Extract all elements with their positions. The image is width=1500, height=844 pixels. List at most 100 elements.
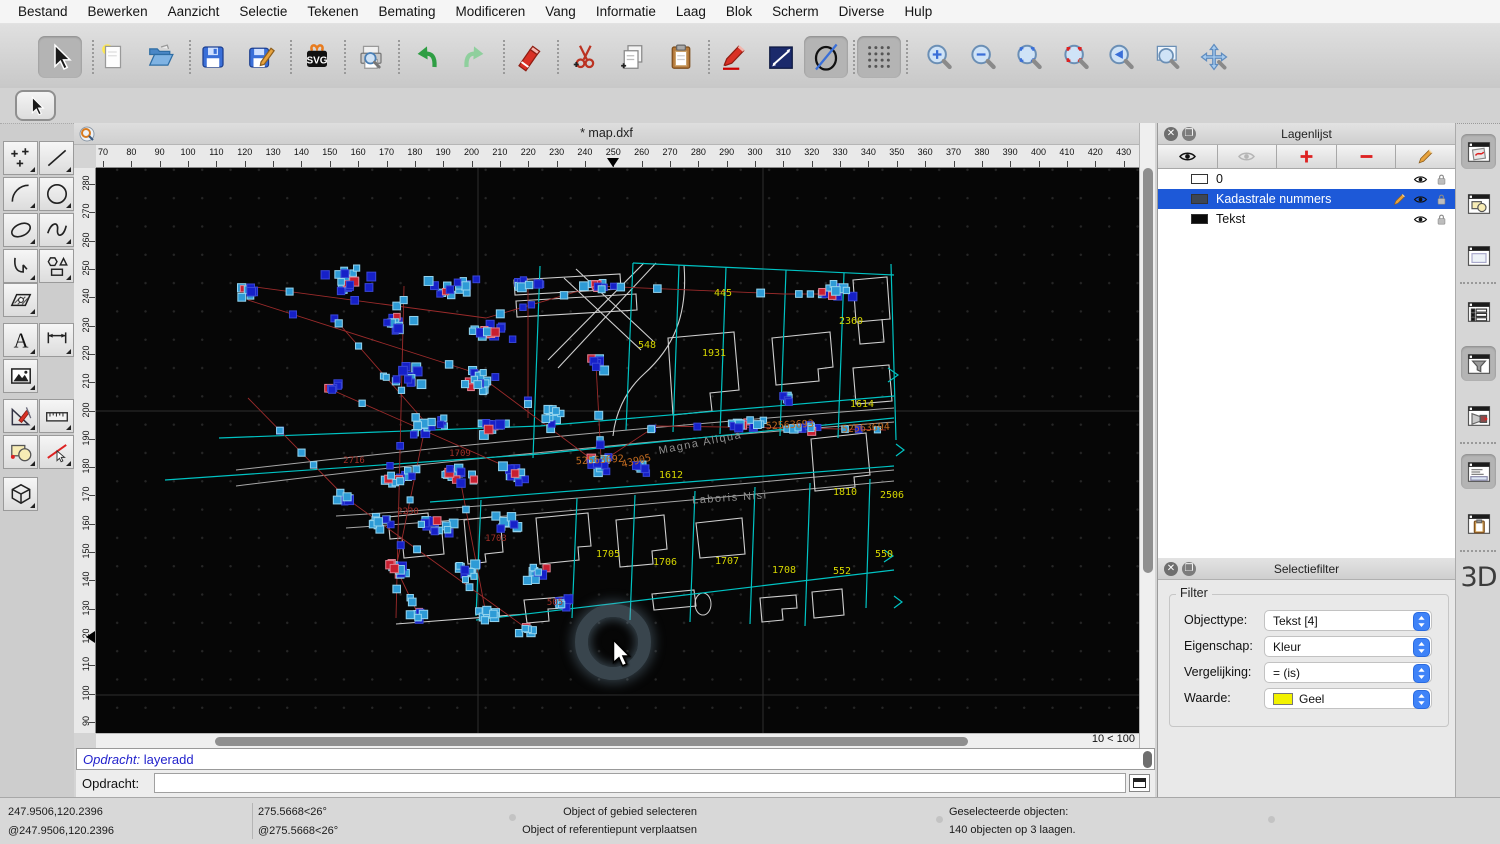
toolbar-eraser-button[interactable] [507,36,551,78]
horizontal-scrollbar[interactable]: 10 < 100 [96,733,1139,748]
filter-select-eigenschap[interactable]: Kleur [1264,636,1432,657]
vertical-scrollbar[interactable] [1139,123,1155,748]
toolbar-new-file-button[interactable] [91,36,135,78]
panel-toggle-win-filter-button[interactable] [1461,346,1496,381]
dropdown-stepper-icon[interactable] [1413,638,1430,657]
toolbar-pan-button[interactable] [1192,36,1236,78]
svg-text:2360: 2360 [839,316,863,327]
tool-measure-button[interactable] [39,399,74,433]
command-history-scrollthumb[interactable] [1143,751,1152,768]
toolbar-zoom-prev-button[interactable] [1099,36,1143,78]
toolbar-grid-dots-button[interactable] [857,36,901,78]
menu-vang[interactable]: Vang [535,4,586,19]
toolbar-open-folder-button[interactable] [139,36,183,78]
toolbar-copy-button[interactable] [611,36,655,78]
toolbar-separator [189,40,191,74]
panel-toggle-win-cmd-button[interactable] [1461,454,1496,489]
menu-hulp[interactable]: Hulp [894,4,942,19]
menu-bewerken[interactable]: Bewerken [78,4,158,19]
toolbar-paste-button[interactable] [659,36,703,78]
menu-scherm[interactable]: Scherm [762,4,829,19]
menu-aanzicht[interactable]: Aanzicht [158,4,230,19]
lock-icon [1434,212,1449,227]
tool-image-button[interactable] [3,359,38,393]
tool-arc-button[interactable] [3,177,38,211]
toolbar-svg-logo-button[interactable]: SVG [295,36,339,78]
selection-tool-button[interactable] [15,90,56,121]
command-window-toggle-button[interactable] [1129,774,1150,792]
toolbar-line-attr-button[interactable] [759,36,803,78]
panel-toggle-win-blocks-button[interactable] [1461,186,1496,221]
menu-informatie[interactable]: Informatie [586,4,666,19]
toolbar-redo-button[interactable] [452,36,496,78]
toolbar-ellipse-slash-button[interactable] [804,36,848,78]
toolbar-save-as-button[interactable] [239,36,283,78]
layers-eye-button[interactable] [1158,145,1218,168]
menu-selectie[interactable]: Selectie [229,4,297,19]
blocks-icon [8,439,34,465]
layer-row-kadastrale-nummers[interactable]: Kadastrale nummers [1158,189,1455,209]
layers-plus-red-button[interactable] [1277,145,1337,168]
layer-row-tekst[interactable]: Tekst [1158,209,1455,229]
tool-blocks-button[interactable] [3,435,38,469]
layers-eye-gray-button[interactable] [1218,145,1278,168]
tool-modify-button[interactable] [3,399,38,433]
menu-tekenen[interactable]: Tekenen [297,4,368,19]
vertical-scrollbar-thumb[interactable] [1143,168,1153,573]
toolbar-zoom-out-button[interactable] [961,36,1005,78]
tool-shapes-button[interactable] [39,249,74,283]
toolbar-zoom-auto-button[interactable] [1007,36,1051,78]
menu-bestand[interactable]: Bestand [8,4,78,19]
toolbar-zoom-in-button[interactable] [917,36,961,78]
toolbar-cut-button[interactable] [563,36,607,78]
filter-select-waarde[interactable]: Geel [1264,688,1432,709]
panel-toggle-win-blank-button[interactable] [1461,238,1496,273]
panel-toggle-win-clipboard-button[interactable] [1461,506,1496,541]
toolbar-save-button[interactable] [191,36,235,78]
toolbar-cursor-arrow-button[interactable] [38,36,82,78]
filter-group-label: Filter [1176,586,1212,600]
toolbar-undo-button[interactable] [405,36,449,78]
tool-circle-button[interactable] [39,177,74,211]
toolbar-zoom-sel-button[interactable] [1054,36,1098,78]
filter-select-objecttype[interactable]: Tekst [4] [1264,610,1432,631]
tool-points-button[interactable] [3,141,38,175]
circle-icon [44,181,70,207]
panel-toggle-win-list-button[interactable] [1461,294,1496,329]
tool-divide-button[interactable] [39,435,74,469]
panel-toggle-win-property-button[interactable] [1461,134,1496,169]
toolbar-zoom-win-button[interactable] [1146,36,1190,78]
dropdown-stepper-icon[interactable] [1413,690,1430,709]
command-input[interactable] [154,773,1126,793]
tool-ellipse-button[interactable] [3,213,38,247]
command-prompt-label: Opdracht: [82,776,139,791]
hruler-tick [1095,161,1096,167]
menu-modificeren[interactable]: Modificeren [446,4,536,19]
layer-color-swatch [1191,174,1208,184]
layer-row-0[interactable]: 0 [1158,169,1455,189]
panel-toggle-win-cone-button[interactable] [1461,398,1496,433]
menu-bemating[interactable]: Bemating [368,4,445,19]
tool-text-button[interactable]: A [3,323,38,357]
toolbar-print-preview-button[interactable] [349,36,393,78]
tool-dimension-button[interactable] [39,323,74,357]
dropdown-stepper-icon[interactable] [1413,664,1430,683]
paste-icon [666,42,696,72]
layers-pencil-orange-button[interactable] [1396,145,1455,168]
horizontal-scrollbar-thumb[interactable] [215,737,968,746]
tool-hatch-button[interactable] [3,283,38,317]
toolbar-edit-pencil-button[interactable] [711,36,755,78]
tool-cube3d-button[interactable] [3,477,38,511]
drawing-canvas[interactable]: 4452360548193116141612181025061705170617… [96,168,1139,733]
document-titlebar[interactable]: * map.dxf [74,123,1139,145]
tool-spline-button[interactable] [39,213,74,247]
3d-view-button[interactable]: 3D [1456,562,1500,593]
menu-laag[interactable]: Laag [666,4,716,19]
dropdown-stepper-icon[interactable] [1413,612,1430,631]
layers-minus-red-button[interactable] [1337,145,1397,168]
menu-diverse[interactable]: Diverse [829,4,895,19]
menu-blok[interactable]: Blok [716,4,762,19]
tool-line-button[interactable] [39,141,74,175]
tool-polyline-button[interactable] [3,249,38,283]
filter-select-vergelijking[interactable]: = (is) [1264,662,1432,683]
